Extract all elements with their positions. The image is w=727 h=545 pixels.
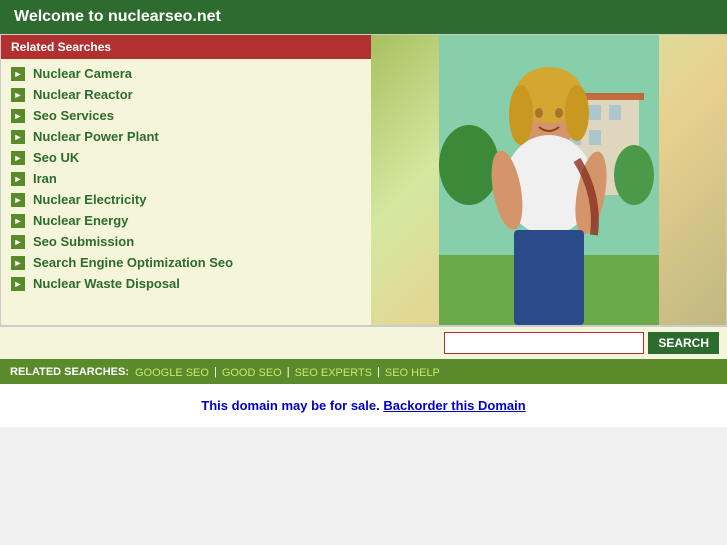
- list-item: ► Seo Submission: [1, 231, 371, 252]
- list-item: ► Nuclear Energy: [1, 210, 371, 231]
- search-link-9[interactable]: Search Engine Optimization Seo: [33, 255, 233, 270]
- search-link-7[interactable]: Nuclear Energy: [33, 213, 128, 228]
- photo-area: [371, 35, 726, 325]
- domain-notice: This domain may be for sale. Backorder t…: [0, 384, 727, 427]
- search-button[interactable]: SEARCH: [648, 332, 719, 354]
- search-link-8[interactable]: Seo Submission: [33, 234, 134, 249]
- backorder-link[interactable]: Backorder this Domain: [383, 398, 525, 413]
- list-item: ► Seo UK: [1, 147, 371, 168]
- footer-link-4: SEO HELP: [385, 364, 440, 379]
- footer-link-seo-help[interactable]: SEO HELP: [385, 367, 440, 379]
- search-link-2[interactable]: Seo Services: [33, 108, 114, 123]
- search-input[interactable]: [444, 332, 644, 354]
- separator-3: |: [377, 366, 380, 378]
- bullet-icon: ►: [11, 277, 25, 291]
- list-item: ► Nuclear Power Plant: [1, 126, 371, 147]
- search-list: ► Nuclear Camera ► Nuclear Reactor ► Seo Serv…: [1, 59, 371, 298]
- related-searches-header: Related Searches: [1, 35, 371, 59]
- bullet-icon: ►: [11, 67, 25, 81]
- search-link-4[interactable]: Seo UK: [33, 150, 79, 165]
- footer-link-2: GOOD SEO: [222, 364, 282, 379]
- header-title: Welcome to nuclearseo.net: [14, 8, 221, 25]
- bullet-icon: ►: [11, 172, 25, 186]
- site-header: Welcome to nuclearseo.net: [0, 0, 727, 34]
- bullet-icon: ►: [11, 109, 25, 123]
- list-item: ► Nuclear Electricity: [1, 189, 371, 210]
- footer-related-label: RELATED SEARCHES:: [10, 366, 129, 378]
- footer-link-1: GOOGLE SEO: [135, 364, 209, 379]
- bullet-icon: ►: [11, 235, 25, 249]
- search-link-5[interactable]: Iran: [33, 171, 57, 186]
- list-item: ► Nuclear Waste Disposal: [1, 273, 371, 294]
- search-link-3[interactable]: Nuclear Power Plant: [33, 129, 159, 144]
- search-link-10[interactable]: Nuclear Waste Disposal: [33, 276, 180, 291]
- footer-link-good-seo[interactable]: GOOD SEO: [222, 367, 282, 379]
- bullet-icon: ►: [11, 151, 25, 165]
- right-panel: [371, 35, 726, 325]
- bullet-icon: ►: [11, 88, 25, 102]
- separator-1: |: [214, 366, 217, 378]
- separator-2: |: [287, 366, 290, 378]
- bullet-icon: ►: [11, 214, 25, 228]
- left-panel: Related Searches ► Nuclear Camera ► Nuclear…: [1, 35, 371, 325]
- footer-link-3: SEO EXPERTS: [295, 364, 372, 379]
- footer-related-bar: RELATED SEARCHES: GOOGLE SEO | GOOD SEO …: [0, 359, 727, 384]
- content-area: Related Searches ► Nuclear Camera ► Nuclear…: [0, 34, 727, 326]
- footer-link-seo-experts[interactable]: SEO EXPERTS: [295, 367, 372, 379]
- bullet-icon: ►: [11, 256, 25, 270]
- list-item: ► Search Engine Optimization Seo: [1, 252, 371, 273]
- list-item: ► Seo Services: [1, 105, 371, 126]
- list-item: ► Nuclear Camera: [1, 63, 371, 84]
- main-container: Welcome to nuclearseo.net Related Search…: [0, 0, 727, 427]
- person-illustration: [439, 35, 659, 325]
- search-link-1[interactable]: Nuclear Reactor: [33, 87, 133, 102]
- domain-sale-text: This domain may be for sale.: [201, 398, 379, 413]
- bullet-icon: ►: [11, 130, 25, 144]
- footer-link-google-seo[interactable]: GOOGLE SEO: [135, 367, 209, 379]
- list-item: ► Nuclear Reactor: [1, 84, 371, 105]
- list-item: ► Iran: [1, 168, 371, 189]
- search-link-6[interactable]: Nuclear Electricity: [33, 192, 146, 207]
- search-bar-row: SEARCH: [0, 326, 727, 359]
- bullet-icon: ►: [11, 193, 25, 207]
- search-link-0[interactable]: Nuclear Camera: [33, 66, 132, 81]
